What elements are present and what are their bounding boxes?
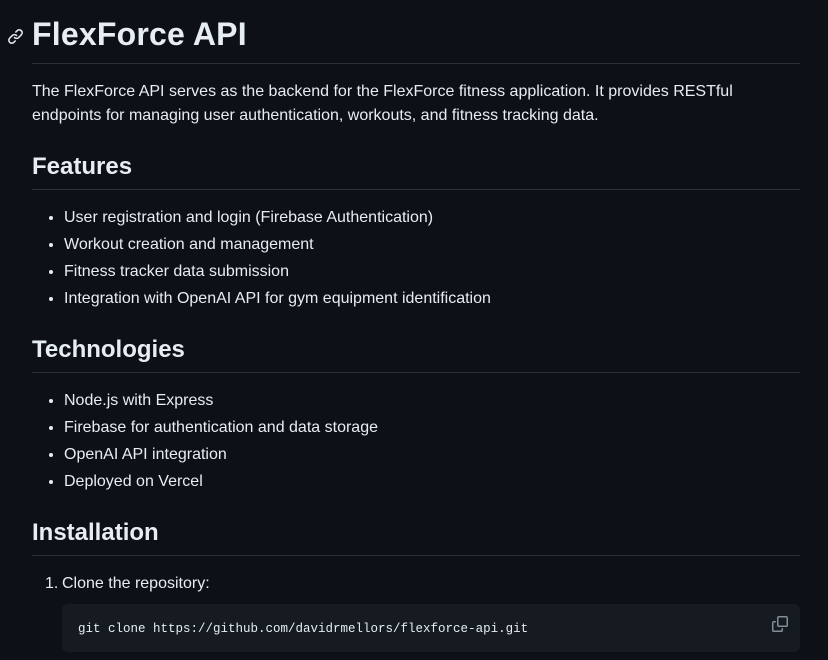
code-text: git clone https://github.com/davidrmello… — [78, 622, 528, 636]
list-item: Deployed on Vercel — [64, 470, 800, 494]
list-item: Node.js with Express — [64, 389, 800, 413]
page-title-heading: FlexForce API — [32, 14, 800, 64]
list-item: Firebase for authentication and data sto… — [64, 416, 800, 440]
installation-steps: 1. Clone the repository: git clone https… — [32, 572, 800, 652]
section-heading-features: Features — [32, 152, 800, 190]
step-number: 1. — [45, 572, 58, 596]
code-pre: git clone https://github.com/davidrmello… — [78, 616, 784, 640]
section-heading-technologies: Technologies — [32, 335, 800, 373]
list-item: Integration with OpenAI API for gym equi… — [64, 287, 800, 311]
list-item: User registration and login (Firebase Au… — [64, 206, 800, 230]
install-step: 1. Clone the repository: git clone https… — [62, 572, 800, 652]
list-item: OpenAI API integration — [64, 443, 800, 467]
code-block: git clone https://github.com/davidrmello… — [62, 604, 800, 652]
link-icon[interactable] — [6, 27, 24, 45]
copy-button[interactable] — [766, 610, 794, 638]
list-item: Fitness tracker data submission — [64, 260, 800, 284]
intro-paragraph: The FlexForce API serves as the backend … — [32, 80, 796, 128]
technologies-list: Node.js with Express Firebase for authen… — [32, 389, 800, 494]
list-item: Workout creation and management — [64, 233, 800, 257]
step-label: Clone the repository: — [62, 575, 210, 592]
features-list: User registration and login (Firebase Au… — [32, 206, 800, 311]
readme-document: FlexForce API The FlexForce API serves a… — [0, 0, 828, 660]
copy-icon — [772, 616, 788, 632]
section-heading-installation: Installation — [32, 518, 800, 556]
page-title: FlexForce API — [32, 16, 247, 52]
